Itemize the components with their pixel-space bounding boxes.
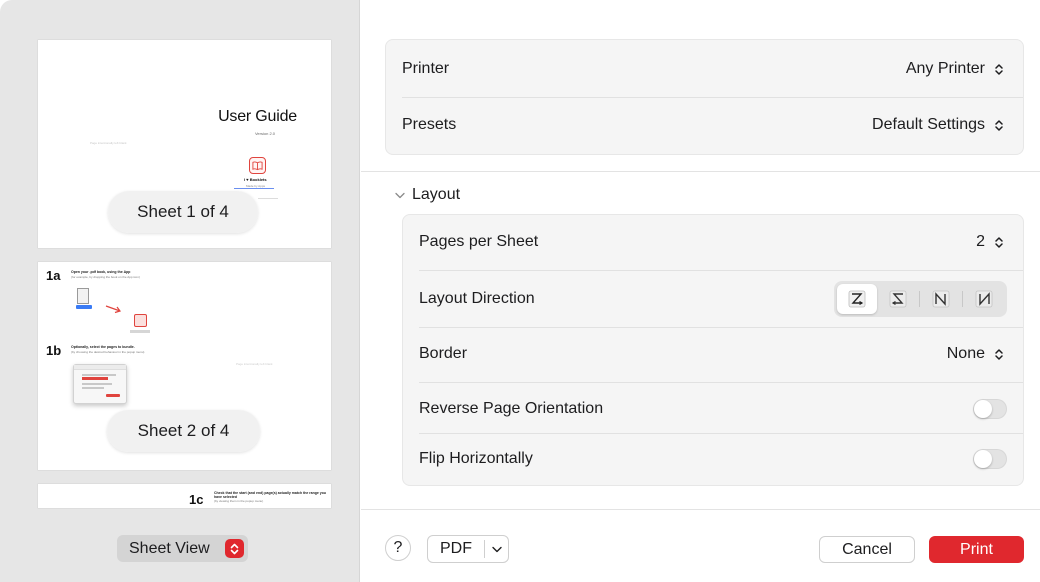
book-icon: [134, 314, 147, 327]
dialog-titlebar: [74, 365, 126, 370]
layout-header-label: Layout: [412, 186, 461, 203]
pages-per-sheet-label: Pages per Sheet: [419, 233, 539, 250]
dialog-line: [82, 374, 116, 376]
chevron-updown-icon[interactable]: [991, 233, 1007, 251]
step-number: 1c: [189, 492, 204, 507]
step-heading: Check that the start (and end) page(s) a…: [214, 491, 327, 499]
layout-direction-label: Layout Direction: [419, 290, 535, 307]
step-subtext: (for example, by dropping the book on th…: [71, 275, 140, 279]
sheet-faint-text: Page intentionally left blank: [90, 141, 127, 145]
printer-row[interactable]: Printer Any Printer: [402, 50, 1007, 88]
layout-n-left-to-right-button[interactable]: [921, 284, 961, 314]
sheet-faint-text: Page intentionally left blank: [236, 362, 273, 366]
n-direction-icon: [932, 290, 950, 308]
toggle-knob: [974, 450, 992, 468]
divider: [419, 327, 1023, 328]
document-label: [76, 305, 92, 309]
layout-z-left-to-right-button[interactable]: [837, 284, 877, 314]
layout-group: Pages per Sheet 2 Layout Direction Borde…: [402, 214, 1024, 486]
layout-z-right-to-left-button[interactable]: [878, 284, 918, 314]
preview-panel: User Guide Version 2.0 Page intentionall…: [0, 0, 360, 582]
reverse-z-direction-icon: [889, 290, 907, 308]
flip-horizontally-row: Flip Horizontally: [419, 440, 1007, 478]
dialog-line: [82, 383, 112, 385]
sheet-preview-2[interactable]: 1a Open your .pdf book, using the App (f…: [38, 262, 331, 470]
book-label: [130, 330, 150, 333]
chevron-updown-icon[interactable]: [991, 116, 1007, 134]
layout-direction-row: Layout Direction: [419, 279, 1007, 319]
dialog-highlight: [82, 377, 108, 380]
cancel-button[interactable]: Cancel: [819, 536, 915, 563]
sheet-preview-3[interactable]: 1c Check that the start (and end) page(s…: [38, 484, 331, 508]
pdf-menu-button[interactable]: PDF: [427, 535, 509, 563]
sheet-brand: I ♥ Booklets: [244, 177, 267, 182]
printer-label: Printer: [402, 60, 450, 77]
layout-n-right-to-left-button[interactable]: [964, 284, 1004, 314]
reverse-orientation-label: Reverse Page Orientation: [419, 400, 604, 417]
chevron-down-icon[interactable]: [485, 546, 508, 553]
print-button[interactable]: Print: [929, 536, 1024, 563]
help-button[interactable]: ?: [385, 535, 411, 561]
divider: [402, 97, 1023, 98]
divider: [419, 382, 1023, 383]
chevron-down-icon: [395, 192, 405, 198]
toggle-knob: [974, 400, 992, 418]
sheet-version: Version 2.0: [254, 131, 275, 136]
border-value[interactable]: None: [947, 345, 985, 363]
reverse-orientation-row: Reverse Page Orientation: [419, 390, 1007, 428]
arrow-icon: [105, 305, 121, 314]
border-label: Border: [419, 345, 468, 362]
sheet-number-pill: Sheet 1 of 4: [108, 191, 258, 233]
chevron-updown-icon: [225, 539, 244, 558]
flip-horizontally-toggle[interactable]: [973, 449, 1007, 469]
dialog-button: [106, 394, 120, 397]
dialog-line: [82, 387, 104, 389]
printer-value[interactable]: Any Printer: [906, 60, 985, 78]
printer-group: Printer Any Printer Presets Default Sett…: [385, 39, 1024, 155]
sheet-view-label: Sheet View: [129, 539, 210, 557]
segment-separator: [962, 291, 963, 307]
reverse-n-direction-icon: [975, 290, 993, 308]
layout-section-header[interactable]: Layout: [395, 186, 460, 204]
document-icon: [77, 288, 89, 304]
pdf-label: PDF: [440, 540, 472, 557]
sheet-number-pill: Sheet 2 of 4: [107, 410, 260, 452]
border-row[interactable]: Border None: [419, 335, 1007, 373]
presets-value[interactable]: Default Settings: [872, 116, 985, 134]
divider: [419, 433, 1023, 434]
dialog-illustration: [73, 364, 127, 404]
divider: [419, 270, 1023, 271]
flip-horizontally-label: Flip Horizontally: [419, 450, 533, 467]
z-direction-icon: [848, 290, 866, 308]
sheet-view-popup[interactable]: Sheet View: [117, 535, 248, 562]
segment-separator: [919, 291, 920, 307]
sheet-preview-1[interactable]: User Guide Version 2.0 Page intentionall…: [38, 40, 331, 248]
pages-per-sheet-row[interactable]: Pages per Sheet 2: [419, 223, 1007, 261]
step-heading: Open your .pdf book, using the App: [71, 270, 131, 274]
presets-row[interactable]: Presets Default Settings: [402, 106, 1007, 144]
settings-panel: Printer Any Printer Presets Default Sett…: [361, 0, 1040, 582]
sheet-faint-line: [258, 198, 278, 199]
section-divider: [361, 171, 1040, 172]
step-heading: Optionally, select the pages to bundle.: [71, 345, 135, 349]
sheet-link-line: [234, 188, 274, 189]
chevron-updown-icon[interactable]: [991, 345, 1007, 363]
book-icon: [249, 157, 266, 174]
reverse-orientation-toggle[interactable]: [973, 399, 1007, 419]
presets-label: Presets: [402, 116, 457, 133]
chevron-updown-icon[interactable]: [991, 60, 1007, 78]
footer-divider: [361, 509, 1040, 510]
step-subtext: (by choosing the desired behaviour in th…: [71, 350, 145, 354]
pages-per-sheet-value[interactable]: 2: [976, 233, 985, 251]
step-number: 1a: [46, 268, 61, 283]
layout-direction-control[interactable]: [834, 281, 1007, 317]
sheet-title: User Guide: [218, 108, 297, 125]
step-subtext: (by viewing them in the popup menu): [214, 499, 264, 503]
step-number: 1b: [46, 343, 62, 358]
